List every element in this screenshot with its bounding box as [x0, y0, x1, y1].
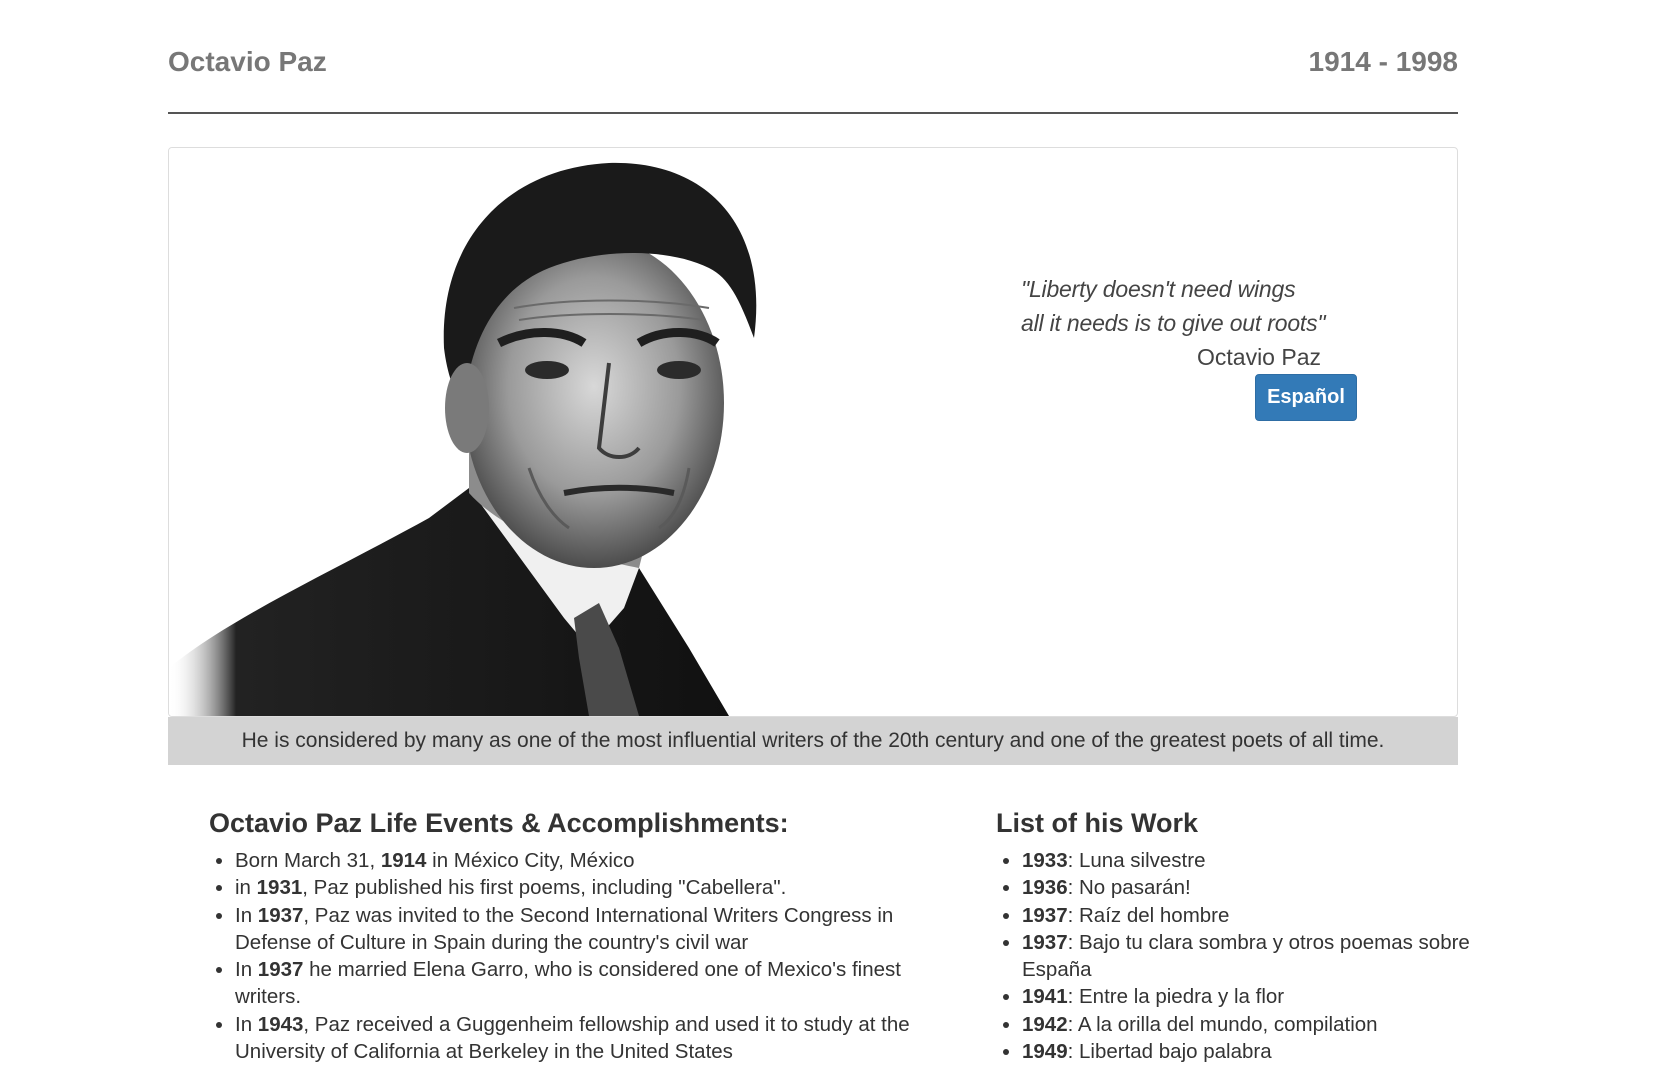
- work-year: 1949: [1022, 1040, 1068, 1064]
- work-item: 1942: A la orilla del mundo, compilation: [1022, 1011, 1476, 1038]
- life-events-section: Octavio Paz Life Events & Accomplishment…: [209, 808, 929, 1065]
- quote-line-2: all it needs is to give out roots": [1021, 310, 1326, 336]
- life-event-year: 1943: [257, 1012, 304, 1036]
- works-list: 1933: Luna silvestre1936: No pasarán!193…: [996, 847, 1476, 1065]
- life-event-item: In 1937, Paz was invited to the Second I…: [235, 902, 929, 957]
- life-event-text: In: [235, 1012, 258, 1036]
- work-item: 1941: Entre la piedra y la flor: [1022, 983, 1476, 1010]
- life-event-item: In 1937 he married Elena Garro, who is c…: [235, 956, 929, 1011]
- work-item: 1936: No pasarán!: [1022, 874, 1476, 901]
- life-event-text: in México City, México: [426, 849, 635, 872]
- life-event-text: , Paz received a Guggenheim fellowship a…: [235, 1012, 910, 1064]
- work-item: 1937: Raíz del hombre: [1022, 902, 1476, 929]
- work-title: : Libertad bajo palabra: [1067, 1040, 1272, 1064]
- work-title: : No pasarán!: [1067, 876, 1191, 900]
- quote-line-1: "Liberty doesn't need wings: [1021, 276, 1296, 302]
- works-section: List of his Work 1933: Luna silvestre193…: [996, 808, 1476, 1065]
- site-title: Octavio Paz: [168, 46, 327, 77]
- life-events-list: Born March 31, 1914 in México City, Méxi…: [209, 847, 929, 1065]
- work-title: : Entre la piedra y la flor: [1067, 985, 1285, 1009]
- hero-caption: He is considered by many as one of the m…: [168, 717, 1458, 765]
- life-event-year: 1937: [257, 958, 304, 982]
- life-event-text: In: [235, 903, 258, 927]
- life-event-item: Born March 31, 1914 in México City, Méxi…: [235, 847, 929, 874]
- life-event-text: he married Elena Garro, who is considere…: [235, 958, 901, 1009]
- work-title: : A la orilla del mundo, compilation: [1067, 1012, 1378, 1036]
- work-item: 1933: Luna silvestre: [1022, 847, 1476, 874]
- quote-author: Octavio Paz: [1197, 344, 1321, 370]
- work-title: : Luna silvestre: [1067, 849, 1206, 872]
- life-event-text: In: [235, 958, 258, 982]
- life-event-text: Born March 31,: [235, 849, 381, 872]
- life-event-text: , Paz published his first poems, includi…: [302, 876, 787, 900]
- work-year: 1942: [1022, 1012, 1068, 1036]
- work-item: 1937: Bajo tu clara sombra y otros poema…: [1022, 929, 1476, 984]
- page-header: Octavio Paz 1914 - 1998: [168, 30, 1458, 114]
- hero-panel: "Liberty doesn't need wings all it needs…: [168, 147, 1458, 717]
- work-title: : Raíz del hombre: [1067, 903, 1230, 927]
- life-event-item: In 1943, Paz received a Guggenheim fello…: [235, 1011, 929, 1065]
- work-year: 1941: [1022, 985, 1068, 1009]
- work-title: : Bajo tu clara sombra y otros poemas so…: [1022, 930, 1470, 982]
- life-event-text: in: [235, 876, 257, 900]
- work-year: 1936: [1022, 876, 1068, 900]
- work-item: 1949: Libertad bajo palabra: [1022, 1038, 1476, 1065]
- life-events-title: Octavio Paz Life Events & Accomplishment…: [209, 808, 789, 838]
- life-event-year: 1937: [257, 903, 304, 927]
- life-event-item: in 1931, Paz published his first poems, …: [235, 874, 929, 901]
- life-event-year: 1931: [256, 876, 303, 900]
- work-year: 1937: [1022, 930, 1068, 954]
- quote-block: "Liberty doesn't need wings all it needs…: [1021, 272, 1457, 374]
- espanol-button[interactable]: Español: [1255, 374, 1357, 421]
- work-year: 1937: [1022, 903, 1068, 927]
- life-event-year: 1914: [380, 849, 427, 872]
- work-year: 1933: [1022, 849, 1068, 872]
- portrait-image: [169, 148, 929, 716]
- lifespan: 1914 - 1998: [1308, 46, 1458, 77]
- works-title: List of his Work: [996, 808, 1199, 838]
- life-event-text: , Paz was invited to the Second Internat…: [235, 903, 894, 954]
